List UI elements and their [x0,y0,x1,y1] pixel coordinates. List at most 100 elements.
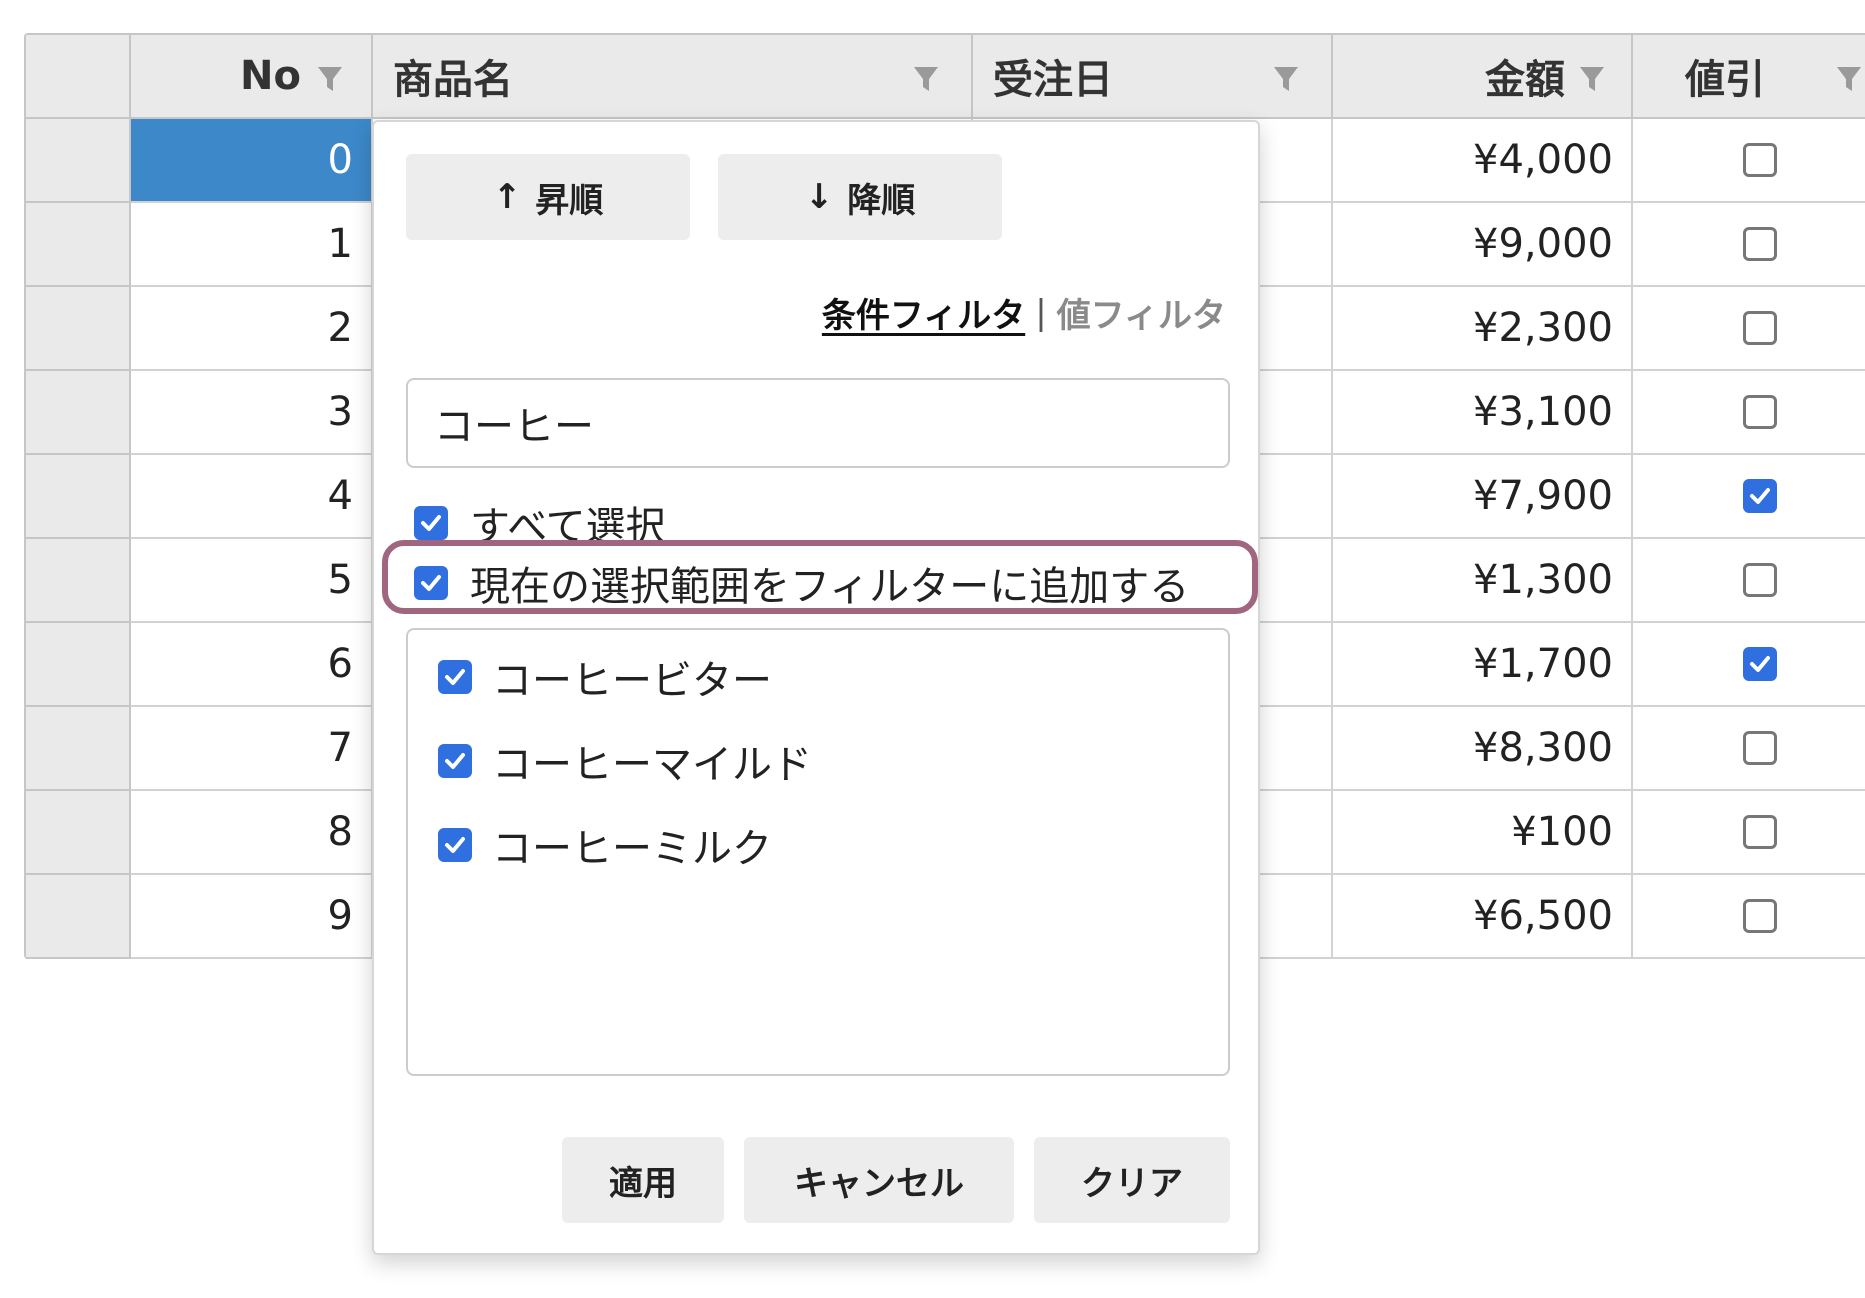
select-all-label: すべて選択 [470,504,666,550]
add-current-selection-label: 現在の選択範囲をフィルターに追加する [470,564,1190,610]
checkmark-icon [1749,488,1770,504]
clear-button[interactable]: クリア [1034,1137,1230,1223]
value-checkbox[interactable] [438,660,472,694]
column-header-label: No [240,53,301,99]
row-header[interactable] [26,455,131,539]
discount-checkbox[interactable] [1742,227,1777,261]
cell-discount [1633,791,1865,875]
row-header[interactable] [26,875,131,959]
arrow-down-icon: ↓ [804,177,834,217]
row-header[interactable] [26,707,131,791]
column-header-discount[interactable]: 値引 [1633,35,1865,119]
row-header[interactable] [26,287,131,371]
row-header[interactable] [26,539,131,623]
list-item[interactable]: コーヒーミルク [438,816,772,874]
row-header[interactable] [26,119,131,203]
discount-checkbox[interactable] [1742,563,1777,597]
cell-amount[interactable]: ¥1,300 [1333,539,1633,623]
value-label: コーヒーマイルド [492,742,812,788]
filter-mode-tabs: 条件フィルタ | 値フィルタ [822,288,1226,337]
cell-no[interactable]: 1 [131,203,373,287]
value-checkbox[interactable] [438,744,472,778]
row-header[interactable] [26,623,131,707]
filter-funnel-icon[interactable] [1836,65,1862,93]
filter-value-list: コーヒービター コーヒーマイルド コーヒーミルク [406,628,1230,1076]
discount-checkbox[interactable] [1742,479,1777,513]
cell-no[interactable]: 6 [131,623,373,707]
cell-no[interactable]: 7 [131,707,373,791]
checkmark-icon [1749,656,1770,672]
cell-discount [1633,707,1865,791]
list-item[interactable]: コーヒーマイルド [438,732,812,790]
cell-amount[interactable]: ¥8,300 [1333,707,1633,791]
sort-ascending-button[interactable]: ↑ 昇順 [406,154,690,240]
row-header[interactable] [26,371,131,455]
cell-discount [1633,287,1865,371]
filter-funnel-icon[interactable] [913,65,939,93]
value-label: コーヒービター [492,658,772,704]
cell-no[interactable]: 9 [131,875,373,959]
checkmark-icon [421,515,441,531]
cell-no[interactable]: 5 [131,539,373,623]
add-current-selection-checkbox[interactable] [414,566,448,600]
select-all-option[interactable]: すべて選択 [414,494,666,552]
filter-funnel-icon[interactable] [1579,65,1605,93]
cell-amount[interactable]: ¥100 [1333,791,1633,875]
cell-no[interactable]: 0 [131,119,373,203]
tab-condition-filter[interactable]: 条件フィルタ [822,288,1025,337]
tab-value-filter[interactable]: 値フィルタ [1057,288,1226,337]
cell-amount[interactable]: ¥7,900 [1333,455,1633,539]
filter-search-input[interactable] [406,378,1230,468]
discount-checkbox[interactable] [1742,395,1777,429]
row-header[interactable] [26,203,131,287]
column-header-no[interactable]: No [131,35,373,119]
cell-amount[interactable]: ¥3,100 [1333,371,1633,455]
cell-amount[interactable]: ¥4,000 [1333,119,1633,203]
checkmark-icon [445,753,465,769]
cell-no[interactable]: 4 [131,455,373,539]
cancel-button[interactable]: キャンセル [744,1137,1014,1223]
sort-ascending-label: 昇順 [535,180,604,221]
cell-amount[interactable]: ¥1,700 [1333,623,1633,707]
discount-checkbox[interactable] [1742,311,1777,345]
column-header-name[interactable]: 商品名 [373,35,973,119]
column-filter-popup: ↑ 昇順 ↓ 降順 条件フィルタ | 値フィルタ すべて選択 現在の選択範囲をフ… [372,120,1260,1255]
filter-funnel-icon[interactable] [1273,65,1299,93]
discount-checkbox[interactable] [1742,815,1777,849]
cell-discount [1633,203,1865,287]
checkmark-icon [445,669,465,685]
cell-discount [1633,623,1865,707]
cell-amount[interactable]: ¥9,000 [1333,203,1633,287]
discount-checkbox[interactable] [1742,899,1777,933]
cell-discount [1633,119,1865,203]
filter-funnel-icon[interactable] [317,65,343,93]
sort-descending-button[interactable]: ↓ 降順 [718,154,1002,240]
value-checkbox[interactable] [438,828,472,862]
column-header-label: 商品名 [393,57,513,103]
column-header-label: 金額 [1485,57,1565,103]
cell-amount[interactable]: ¥6,500 [1333,875,1633,959]
discount-checkbox[interactable] [1742,731,1777,765]
select-all-checkbox[interactable] [414,506,448,540]
column-header-amount[interactable]: 金額 [1333,35,1633,119]
add-current-selection-option[interactable]: 現在の選択範囲をフィルターに追加する [414,554,1189,612]
discount-checkbox[interactable] [1742,143,1777,177]
cell-no[interactable]: 8 [131,791,373,875]
cell-discount [1633,875,1865,959]
arrow-up-icon: ↑ [492,177,522,217]
checkmark-icon [445,837,465,853]
list-item[interactable]: コーヒービター [438,648,772,706]
discount-checkbox[interactable] [1742,647,1777,681]
column-header-label: 受注日 [993,57,1113,103]
tab-separator: | [1035,292,1047,333]
column-header-date[interactable]: 受注日 [973,35,1333,119]
cell-discount [1633,455,1865,539]
row-header[interactable] [26,791,131,875]
apply-button[interactable]: 適用 [562,1137,724,1223]
value-label: コーヒーミルク [492,826,772,872]
cell-amount[interactable]: ¥2,300 [1333,287,1633,371]
sort-descending-label: 降順 [847,180,916,221]
cell-no[interactable]: 2 [131,287,373,371]
checkmark-icon [421,575,441,591]
cell-no[interactable]: 3 [131,371,373,455]
